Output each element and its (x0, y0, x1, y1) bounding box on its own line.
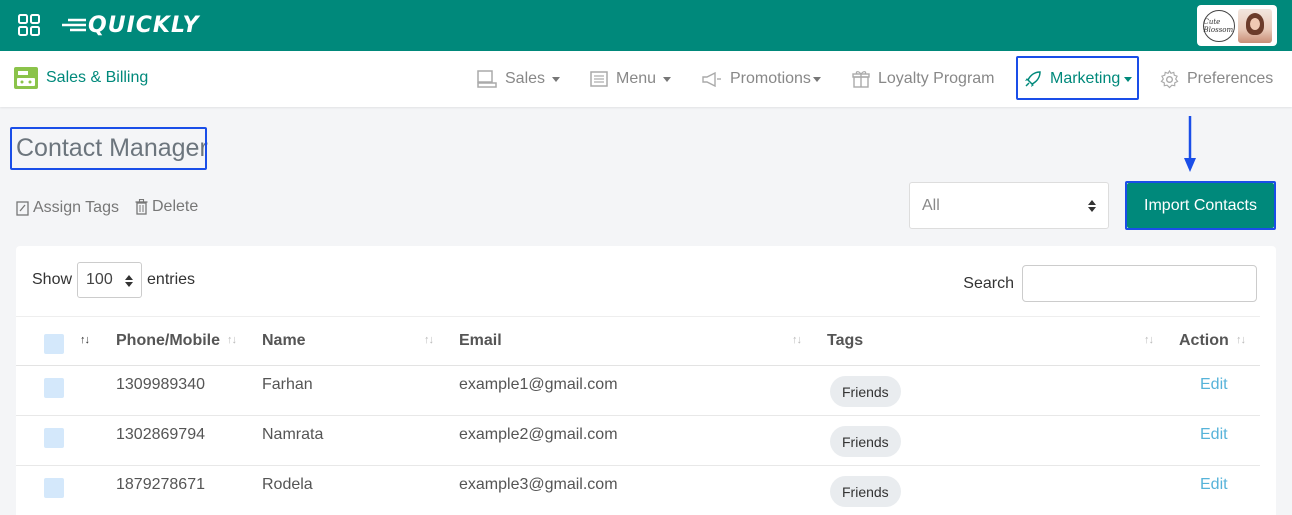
table-row: 1309989340 Farhan example1@gmail.com Fri… (16, 366, 1260, 416)
nav-loyalty-program-label: Loyalty Program (878, 70, 995, 87)
speed-lines-icon (62, 18, 86, 32)
tag-badge: Friends (830, 426, 901, 457)
nav-bar: Sales & Billing Sales Menu Promotions Lo… (0, 51, 1292, 107)
cell-email: example3@gmail.com (459, 476, 618, 493)
assign-tags-link[interactable]: Assign Tags (16, 199, 119, 217)
sort-icon[interactable]: ↑↓ (80, 334, 90, 346)
menu-list-icon (590, 71, 608, 87)
edit-link[interactable]: Edit (1200, 426, 1228, 444)
search-label: Search (963, 274, 1014, 292)
nav-sales[interactable]: Sales (477, 65, 561, 93)
nav-menu[interactable]: Menu (590, 65, 672, 93)
gear-icon (1160, 69, 1179, 88)
chevron-down-icon (552, 77, 561, 82)
edit-link[interactable]: Edit (1200, 376, 1228, 394)
tag-badge: Friends (830, 376, 901, 407)
sort-icon[interactable]: ↑↓ (424, 334, 434, 346)
cell-email: example1@gmail.com (459, 376, 618, 393)
user-menu[interactable]: Cute Blossom (1197, 5, 1277, 46)
logo-text: QUICKLY (88, 12, 200, 38)
megaphone-icon (702, 71, 721, 87)
cash-register-icon (14, 67, 38, 89)
cell-name: Rodela (262, 476, 313, 493)
edit-link[interactable]: Edit (1200, 476, 1228, 494)
entries-control: Show 100 entries (32, 262, 195, 298)
cell-phone: 1879278671 (116, 476, 205, 493)
sort-icon[interactable]: ↑↓ (1236, 334, 1246, 346)
nav-menu-label: Menu (616, 70, 657, 87)
row-checkbox[interactable] (44, 478, 64, 498)
app-logo[interactable]: QUICKLY (62, 10, 199, 40)
cell-name: Namrata (262, 426, 324, 443)
apps-grid-icon[interactable] (18, 14, 40, 36)
row-checkbox[interactable] (44, 428, 64, 448)
sort-icon[interactable]: ↑↓ (227, 334, 237, 346)
tag-filter-value: All (922, 196, 940, 214)
cell-email: example2@gmail.com (459, 426, 618, 443)
avatar (1237, 8, 1272, 43)
table-row: 1879278671 Rodela example3@gmail.com Fri… (16, 466, 1260, 515)
nav-promotions[interactable]: Promotions (702, 65, 821, 93)
table-header: ↑↓ Phone/Mobile ↑↓ Name ↑↓ Email ↑↓ Tags… (16, 316, 1260, 366)
row-checkbox[interactable] (44, 378, 64, 398)
title-highlight (10, 127, 207, 170)
nav-preferences[interactable]: Preferences (1160, 65, 1273, 93)
column-header-email[interactable]: Email (459, 332, 502, 350)
select-arrows-icon (1088, 200, 1096, 212)
trash-icon (135, 199, 148, 215)
show-label: Show (32, 271, 73, 288)
entries-label: entries (147, 271, 196, 288)
app-name-label: Sales & Billing (46, 69, 149, 86)
table-row: 1302869794 Namrata example2@gmail.com Fr… (16, 416, 1260, 466)
sort-icon[interactable]: ↑↓ (1144, 334, 1154, 346)
chevron-down-icon (663, 77, 672, 82)
search-control: Search (963, 265, 1257, 302)
nav-sales-label: Sales (505, 70, 546, 87)
nav-preferences-label: Preferences (1187, 70, 1274, 87)
gift-icon (852, 71, 870, 88)
top-bar: QUICKLY Cute Blossom (0, 0, 1292, 51)
arrow-down-icon (1184, 116, 1196, 172)
search-input[interactable] (1022, 265, 1257, 302)
tag-badge: Friends (830, 476, 901, 507)
import-contacts-button[interactable]: Import Contacts (1127, 183, 1274, 228)
column-header-name[interactable]: Name (262, 332, 306, 350)
entries-value: 100 (86, 271, 113, 288)
chevron-down-icon (812, 77, 821, 82)
cell-phone: 1309989340 (116, 376, 205, 393)
contacts-card: Show 100 entries Search ↑↓ Phone/Mobile … (16, 246, 1276, 515)
assign-tags-label: Assign Tags (33, 199, 119, 216)
select-all-checkbox[interactable] (44, 334, 64, 354)
cell-name: Farhan (262, 376, 313, 393)
delete-label: Delete (152, 198, 199, 215)
sort-icon[interactable]: ↑↓ (792, 334, 802, 346)
delete-link[interactable]: Delete (135, 198, 198, 216)
marketing-highlight (1016, 56, 1139, 100)
select-arrows-icon (125, 275, 134, 287)
column-header-action[interactable]: Action (1179, 332, 1229, 350)
edit-note-icon (16, 200, 29, 216)
column-header-tags[interactable]: Tags (827, 332, 863, 350)
app-name-link[interactable]: Sales & Billing (14, 67, 148, 89)
entries-select[interactable]: 100 (77, 262, 143, 298)
column-header-phone[interactable]: Phone/Mobile (116, 332, 220, 350)
tag-filter-select[interactable]: All (909, 182, 1109, 229)
cell-phone: 1302869794 (116, 426, 205, 443)
nav-loyalty-program[interactable]: Loyalty Program (852, 65, 995, 93)
register-icon (477, 70, 497, 88)
brand-badge: Cute Blossom (1202, 9, 1235, 42)
nav-promotions-label: Promotions (730, 70, 811, 87)
